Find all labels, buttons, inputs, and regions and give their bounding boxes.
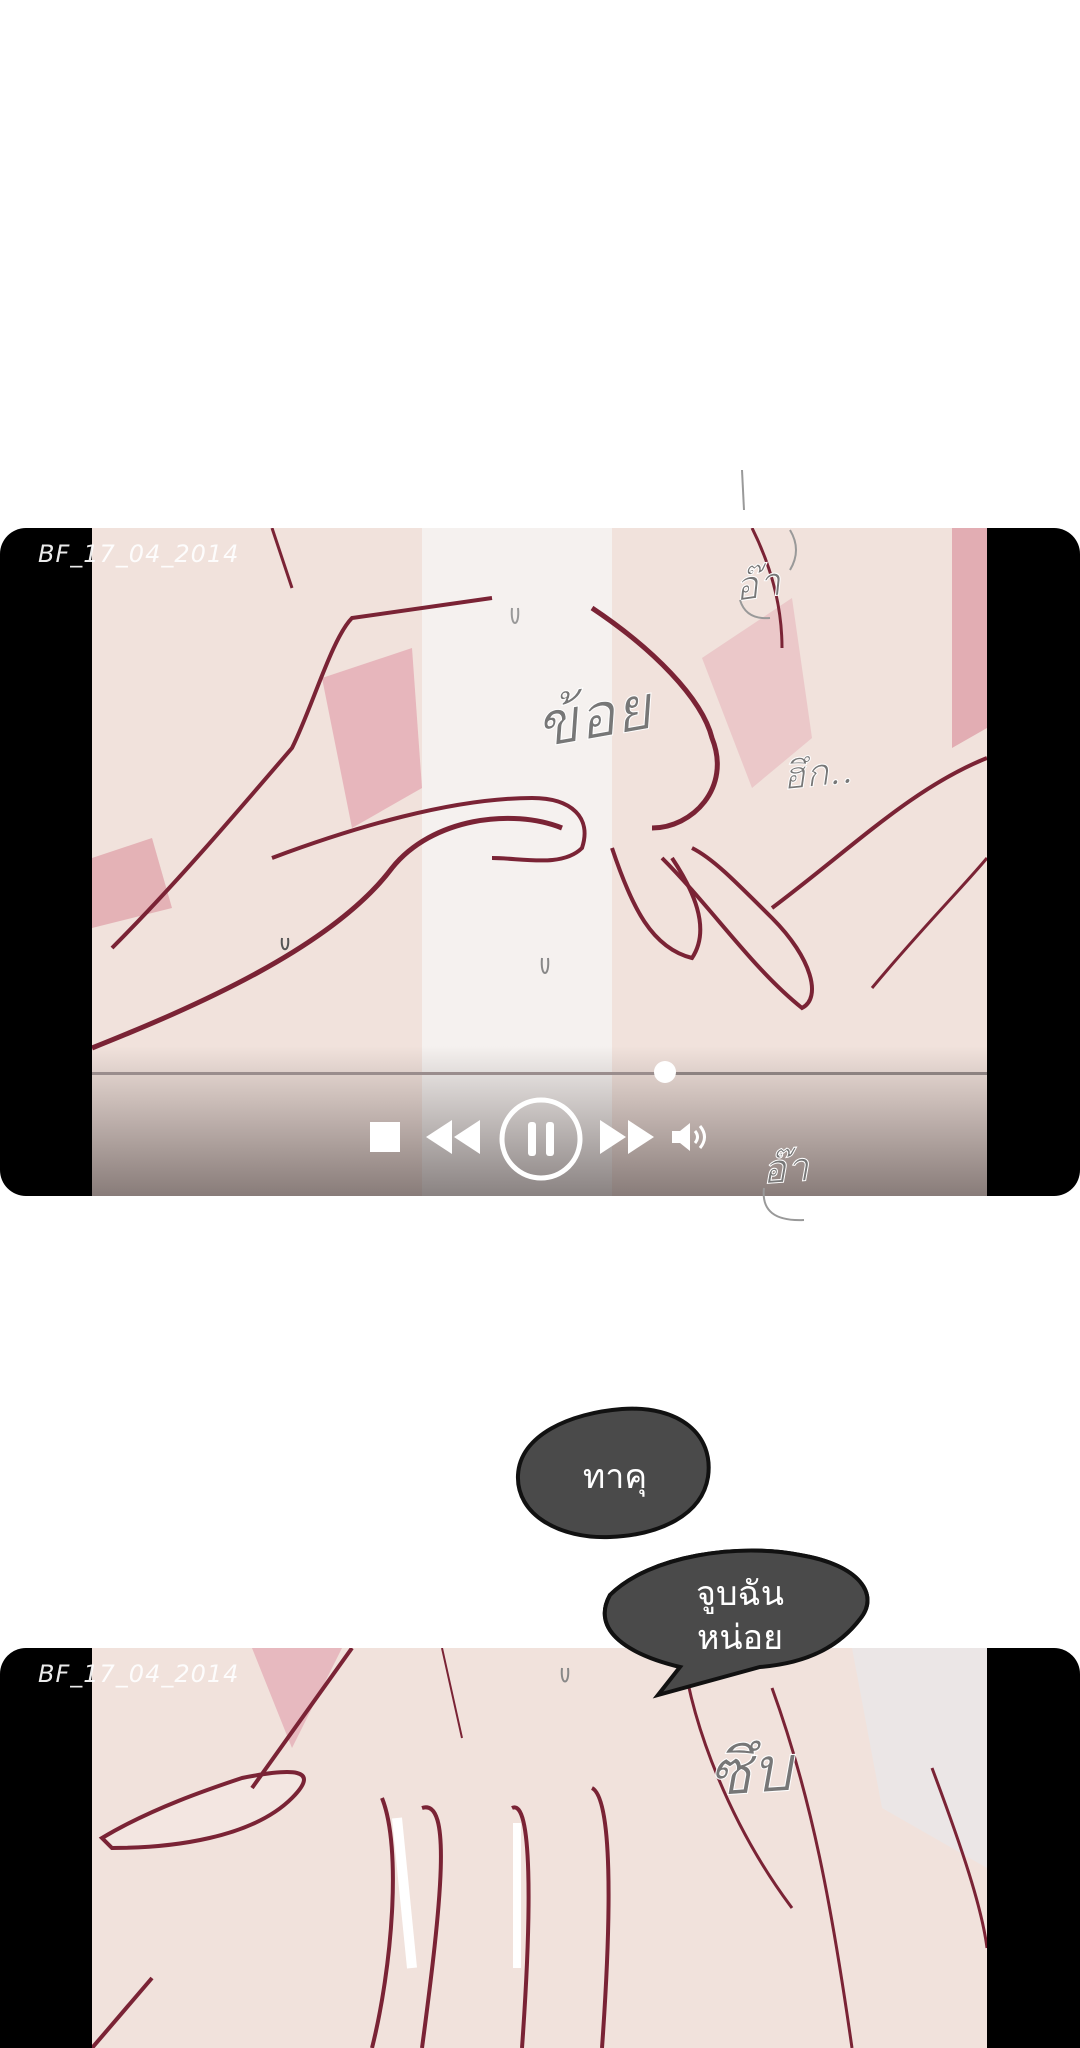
sfx-text: ฮึก.. <box>779 747 855 799</box>
sfx-stroke <box>762 1187 805 1222</box>
artwork-hands-2 <box>92 1648 987 2048</box>
hands-illustration <box>92 1648 987 2048</box>
fast-forward-button[interactable] <box>598 1118 656 1160</box>
video-timestamp: BF_17_04_2014 <box>38 1660 240 1688</box>
speech-bubble-overlay <box>602 1548 870 1699</box>
rewind-icon <box>426 1120 480 1154</box>
pause-button[interactable] <box>498 1096 584 1186</box>
player-controls <box>0 1096 1080 1194</box>
stop-button[interactable] <box>368 1120 402 1158</box>
fast-forward-icon <box>600 1120 654 1154</box>
volume-icon <box>672 1123 706 1151</box>
video-frame-1: BF_17_04_2014 <box>0 528 1080 1196</box>
volume-button[interactable] <box>670 1120 714 1158</box>
sfx-text: ข้อย <box>529 670 657 763</box>
pause-icon <box>499 1097 583 1181</box>
stop-icon <box>370 1122 400 1152</box>
rewind-button[interactable] <box>424 1118 482 1160</box>
sfx-stroke <box>739 470 797 620</box>
seek-bar-fill <box>92 1072 665 1075</box>
speech-bubble-2-front: จูบฉัน หน่อย <box>660 1572 820 1660</box>
speech-line: หน่อย <box>697 1618 783 1658</box>
sfx-text: ซึบ <box>705 1732 795 1813</box>
video-timestamp: BF_17_04_2014 <box>38 540 240 568</box>
seek-bar-thumb[interactable] <box>653 1061 676 1083</box>
video-frame-2: BF_17_04_2014 <box>0 1648 1080 2048</box>
seek-bar[interactable] <box>92 1072 987 1075</box>
speech-line: จูบฉัน <box>696 1574 784 1614</box>
